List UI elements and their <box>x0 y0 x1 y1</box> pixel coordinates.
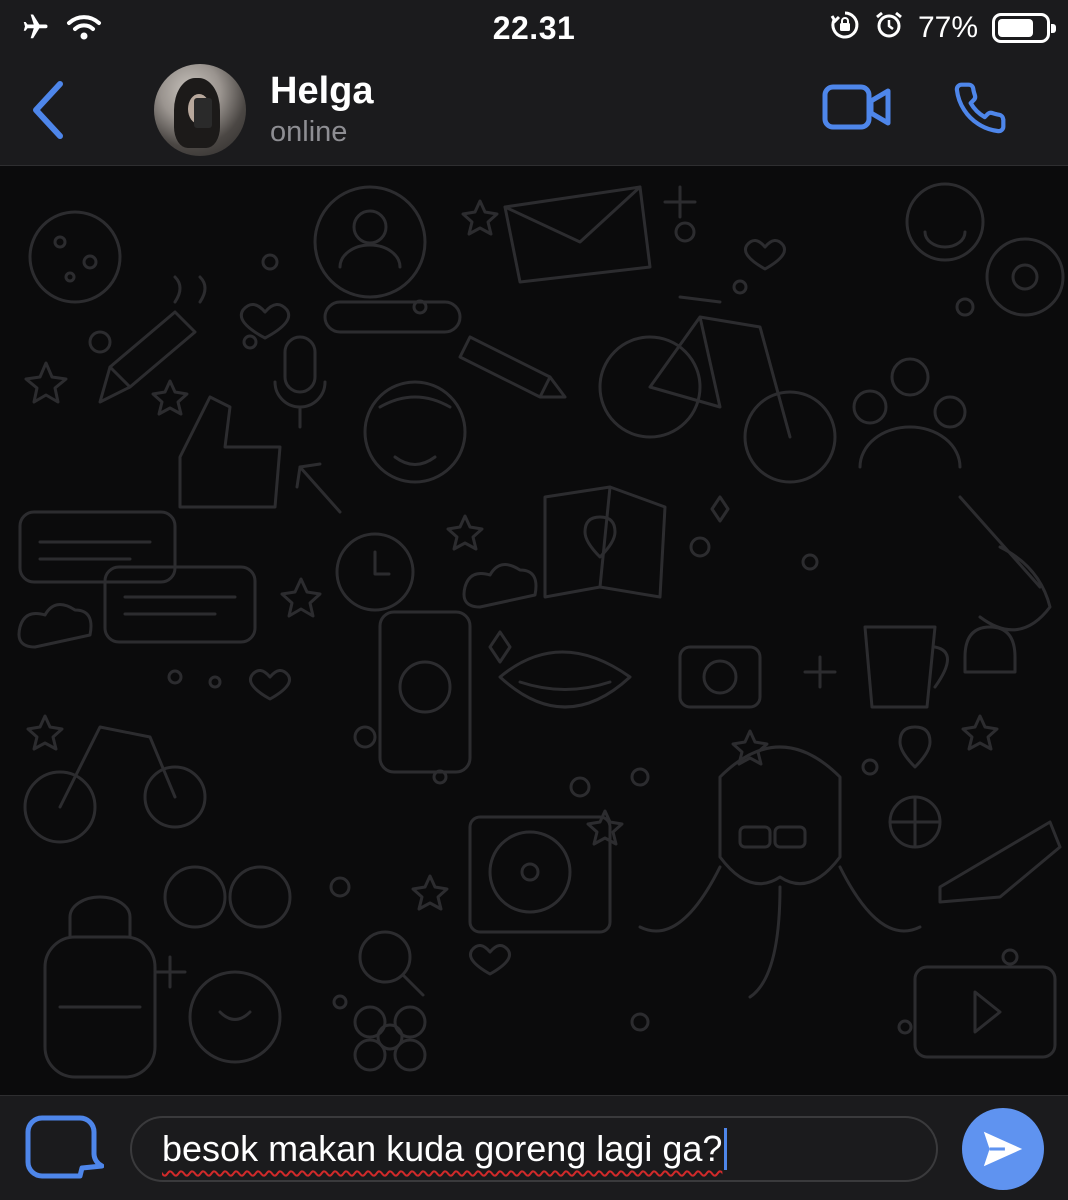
doodle-wallpaper <box>17 182 1065 1079</box>
alarm-icon <box>874 10 904 45</box>
sticker-icon <box>25 1115 105 1179</box>
contact-status: online <box>270 116 348 148</box>
message-input-text: besok makan kuda goreng lagi ga? <box>162 1128 723 1169</box>
back-chevron-icon <box>33 81 63 139</box>
status-bar: 22.31 77% <box>0 0 1068 56</box>
chat-screen: 22.31 77% Helga online besok makan kuda … <box>0 0 1068 1200</box>
chat-header: Helga online <box>0 56 1068 166</box>
battery-icon <box>992 12 1056 43</box>
message-input[interactable]: besok makan kuda goreng lagi ga? <box>130 1116 938 1182</box>
video-call-icon <box>822 84 891 130</box>
sticker-button[interactable] <box>22 1114 105 1187</box>
text-caret <box>724 1128 728 1170</box>
avatar-phone <box>194 98 212 128</box>
voice-call-icon <box>954 82 1006 134</box>
contact-name[interactable]: Helga <box>270 70 373 113</box>
back-button[interactable] <box>28 78 78 142</box>
voice-call-button[interactable] <box>952 80 1008 141</box>
send-button[interactable] <box>962 1108 1044 1190</box>
status-right: 77% <box>830 10 1056 45</box>
avatar[interactable] <box>154 64 246 156</box>
battery-percent: 77% <box>917 10 978 44</box>
video-call-button[interactable] <box>822 82 892 137</box>
chat-area[interactable] <box>0 167 1068 1095</box>
battery-level-fill <box>998 18 1034 37</box>
send-icon <box>983 1131 1023 1167</box>
message-composer: besok makan kuda goreng lagi ga? <box>0 1095 1068 1200</box>
orientation-lock-icon <box>830 10 860 45</box>
